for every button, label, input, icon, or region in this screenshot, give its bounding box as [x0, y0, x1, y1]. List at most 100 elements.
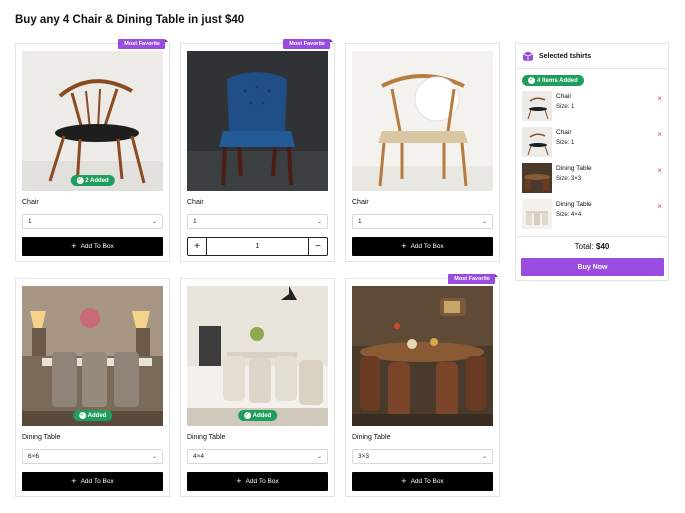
added-badge: ✓ Added	[237, 410, 278, 421]
total-value: $40	[596, 242, 610, 251]
decrement-button[interactable]: −	[308, 238, 327, 255]
cart-item-name: Dining Table	[556, 165, 592, 172]
plus-icon: +	[236, 476, 242, 486]
add-to-box-label: Add To Box	[410, 478, 444, 485]
product-image[interactable]: ✓ Added	[187, 286, 328, 426]
cart-item: Chair Size: 1 ×	[522, 127, 664, 157]
cart-item-thumbnail	[522, 127, 552, 157]
check-icon: ✓	[528, 77, 535, 84]
option-select-value: 1	[193, 218, 197, 225]
add-to-box-button[interactable]: + Add To Box	[352, 472, 493, 491]
dining-table-bright-image	[187, 286, 328, 426]
dining-table-thumbnail-image	[522, 163, 552, 193]
chair-thumbnail-image	[522, 127, 552, 157]
add-to-box-button[interactable]: + Add To Box	[352, 237, 493, 256]
option-select-value: 1	[358, 218, 362, 225]
plus-icon: +	[71, 241, 77, 251]
box-icon	[522, 51, 534, 61]
cart-header: Selected tshirts	[516, 44, 668, 69]
items-added-badge: ✓ 4 Items Added	[522, 75, 584, 86]
plus-icon: +	[401, 241, 407, 251]
most-favorite-ribbon: Most Favorite	[448, 274, 498, 284]
increment-button[interactable]: +	[188, 238, 207, 255]
cart-item-thumbnail	[522, 199, 552, 229]
product-card: Chair 1 ⌄ + Add To Box	[345, 43, 500, 262]
option-select[interactable]: 4×4 ⌄	[187, 449, 328, 464]
option-select-value: 4×4	[193, 453, 205, 460]
cart-item-thumbnail	[522, 163, 552, 193]
product-name: Chair	[22, 199, 39, 206]
add-to-box-label: Add To Box	[410, 243, 444, 250]
product-name: Dining Table	[352, 434, 391, 441]
product-image[interactable]	[187, 51, 328, 191]
cart-item-name: Chair	[556, 93, 572, 100]
product-name: Chair	[187, 199, 204, 206]
product-image[interactable]: ✓ 2 Added	[22, 51, 163, 191]
most-favorite-ribbon: Most Favorite	[283, 39, 333, 49]
cart-item-thumbnail	[522, 91, 552, 121]
chair-thumbnail-image	[522, 91, 552, 121]
cart-item: Chair Size: 1 ×	[522, 91, 664, 121]
items-added-label: 4 Items Added	[537, 77, 578, 84]
check-icon: ✓	[76, 177, 84, 184]
add-to-box-label: Add To Box	[80, 243, 114, 250]
remove-item-button[interactable]: ×	[657, 130, 662, 139]
product-card: Most Favorite Dining Table 3×3 ⌄ + Add T…	[345, 274, 500, 497]
check-icon: ✓	[243, 412, 251, 419]
added-badge: ✓ Added	[72, 410, 113, 421]
cart-item-name: Chair	[556, 129, 572, 136]
total-label: Total:	[574, 242, 594, 251]
buy-now-button[interactable]: Buy Now	[521, 258, 664, 276]
added-badge: ✓ 2 Added	[70, 175, 115, 186]
quantity-value[interactable]: 1	[207, 243, 308, 250]
dining-table-lamps-image	[22, 286, 163, 426]
added-badge-label: Added	[252, 412, 272, 419]
add-to-box-button[interactable]: + Add To Box	[22, 237, 163, 256]
plus-icon: +	[401, 476, 407, 486]
add-to-box-button[interactable]: + Add To Box	[187, 472, 328, 491]
option-select-value: 6×6	[28, 453, 40, 460]
add-to-box-label: Add To Box	[80, 478, 114, 485]
option-select[interactable]: 1 ⌄	[352, 214, 493, 229]
option-select-value: 1	[28, 218, 32, 225]
product-image[interactable]	[352, 286, 493, 426]
cart-item-size: Size: 1	[556, 104, 575, 110]
cart-item-size: Size: 1	[556, 140, 575, 146]
product-card: ✓ Added Dining Table 4×4 ⌄ + Add To Box	[180, 278, 335, 497]
option-select[interactable]: 1 ⌄	[187, 214, 328, 229]
cart-item: Dining Table Size: 3×3 ×	[522, 163, 664, 193]
option-select[interactable]: 6×6 ⌄	[22, 449, 163, 464]
total-row: Total: $40	[516, 236, 668, 251]
option-select[interactable]: 3×3 ⌄	[352, 449, 493, 464]
remove-item-button[interactable]: ×	[657, 166, 662, 175]
cart-item-name: Dining Table	[556, 201, 592, 208]
cart-item-size: Size: 4×4	[556, 212, 582, 218]
most-favorite-ribbon: Most Favorite	[118, 39, 168, 49]
option-select[interactable]: 1 ⌄	[22, 214, 163, 229]
product-name: Dining Table	[187, 434, 226, 441]
cart-item-size: Size: 3×3	[556, 176, 582, 182]
option-select-value: 3×3	[358, 453, 370, 460]
plus-icon: +	[71, 476, 77, 486]
product-card: Most Favorite Chair 1 ⌄ + 1 −	[180, 39, 335, 262]
product-name: Chair	[352, 199, 369, 206]
cart-item: Dining Table Size: 4×4 ×	[522, 199, 664, 229]
chevron-down-icon: ⌄	[151, 454, 157, 460]
product-card: Most Favorite ✓ 2 Added Chair 1 ⌄ + Add …	[15, 39, 170, 262]
blue-velvet-chair-image	[187, 51, 328, 191]
remove-item-button[interactable]: ×	[657, 202, 662, 211]
add-to-box-label: Add To Box	[245, 478, 279, 485]
add-to-box-button[interactable]: + Add To Box	[22, 472, 163, 491]
quantity-stepper: + 1 −	[187, 237, 328, 256]
product-name: Dining Table	[22, 434, 61, 441]
chevron-down-icon: ⌄	[316, 454, 322, 460]
product-image[interactable]	[352, 51, 493, 191]
product-image[interactable]: ✓ Added	[22, 286, 163, 426]
chevron-down-icon: ⌄	[151, 219, 157, 225]
cart-title: Selected tshirts	[539, 52, 592, 60]
wishbone-chair-black-image	[22, 51, 163, 191]
added-badge-label: 2 Added	[85, 177, 109, 184]
chevron-down-icon: ⌄	[481, 454, 487, 460]
page-title: Buy any 4 Chair & Dining Table in just $…	[15, 14, 245, 26]
remove-item-button[interactable]: ×	[657, 94, 662, 103]
